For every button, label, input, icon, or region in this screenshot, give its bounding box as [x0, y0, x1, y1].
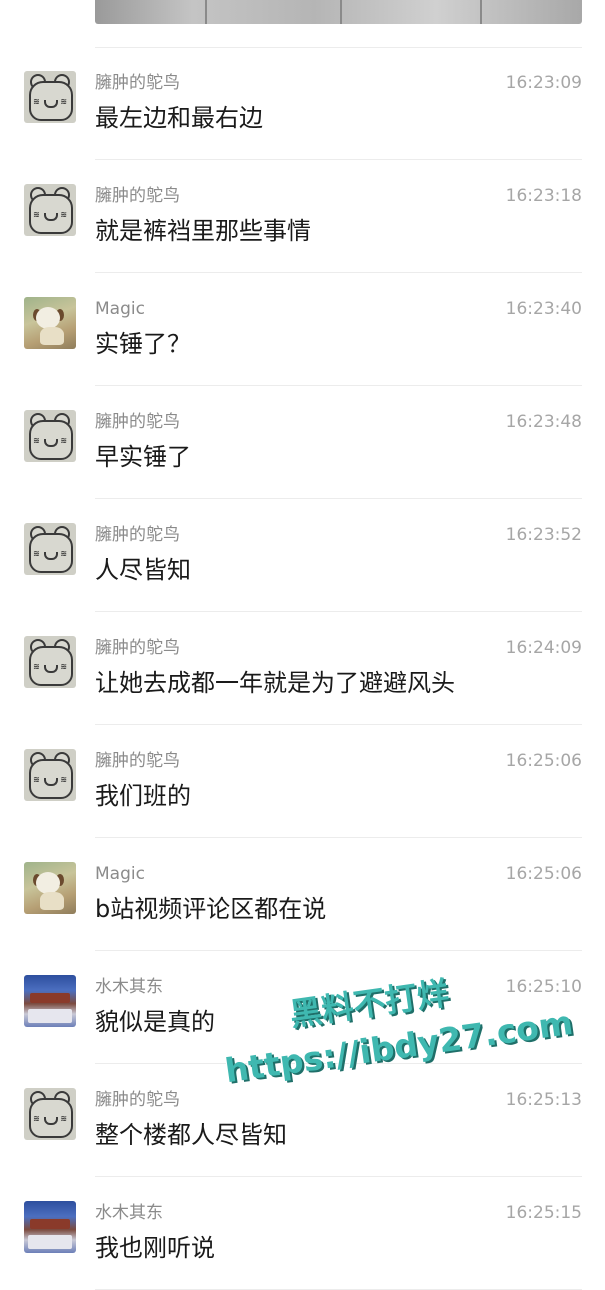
message-text[interactable]: 早实锤了: [95, 442, 191, 472]
bear-sticker-avatar[interactable]: ≋ ≋: [24, 1088, 76, 1140]
message-timestamp: 16:25:13: [505, 1090, 582, 1110]
message-text[interactable]: 整个楼都人尽皆知: [95, 1120, 287, 1150]
chat-message[interactable]: Magic 16:25:06 b站视频评论区都在说: [0, 838, 605, 951]
sender-name: 臃肿的鸵鸟: [95, 412, 180, 432]
sender-name: 臃肿的鸵鸟: [95, 638, 180, 658]
bear-sticker-avatar[interactable]: ≋ ≋: [24, 71, 76, 123]
message-timestamp: 16:23:48: [505, 412, 582, 432]
scene-band: [30, 993, 70, 1003]
message-text[interactable]: b站视频评论区都在说: [95, 894, 326, 924]
bear-cheek-right: ≋: [60, 549, 67, 558]
bear-cheek-right: ≋: [60, 775, 67, 784]
scene-band: [30, 1219, 70, 1229]
message-text[interactable]: 我也刚听说: [95, 1233, 215, 1263]
bear-cheek-left: ≋: [33, 1114, 40, 1123]
bear-cheek-left: ≋: [33, 662, 40, 671]
chat-message[interactable]: ≋ ≋ 臃肿的鸵鸟 16:23:52 人尽皆知: [0, 499, 605, 612]
chat-message[interactable]: ≋ ≋ 臃肿的鸵鸟 16:23:09 最左边和最右边: [0, 47, 605, 160]
scene-avatar[interactable]: [24, 975, 76, 1027]
shared-image-thumbnail[interactable]: [95, 0, 582, 24]
sender-name: 臃肿的鸵鸟: [95, 525, 180, 545]
bear-cheek-left: ≋: [33, 436, 40, 445]
scene-base: [28, 1009, 72, 1023]
message-text[interactable]: 实锤了？: [95, 329, 191, 359]
dog-body: [40, 327, 64, 345]
bear-cheek-right: ≋: [60, 662, 67, 671]
message-timestamp: 16:23:52: [505, 525, 582, 545]
sender-name: 臃肿的鸵鸟: [95, 186, 180, 206]
sender-name: 水木其东: [95, 977, 163, 997]
dog-body: [40, 892, 64, 910]
chat-message[interactable]: ≋ ≋ 臃肿的鸵鸟 16:25:06 我们班的: [0, 725, 605, 838]
dog-avatar[interactable]: [24, 862, 76, 914]
bear-sticker-avatar[interactable]: ≋ ≋: [24, 410, 76, 462]
bear-sticker-avatar[interactable]: ≋ ≋: [24, 523, 76, 575]
bear-cheek-right: ≋: [60, 1114, 67, 1123]
bear-sticker-avatar[interactable]: ≋ ≋: [24, 184, 76, 236]
sender-name: 水木其东: [95, 1203, 163, 1223]
message-text[interactable]: 让她去成都一年就是为了避避风头: [95, 668, 455, 698]
sender-name: Magic: [95, 864, 145, 884]
dog-avatar[interactable]: [24, 297, 76, 349]
image-detail: [340, 0, 342, 24]
bear-cheek-right: ≋: [60, 436, 67, 445]
message-text[interactable]: 就是裤裆里那些事情: [95, 216, 311, 246]
message-text[interactable]: 最左边和最右边: [95, 103, 263, 133]
sender-name: 臃肿的鸵鸟: [95, 73, 180, 93]
bear-cheek-left: ≋: [33, 210, 40, 219]
chat-message[interactable]: 水木其东 16:25:10 貌似是真的: [0, 951, 605, 1064]
bear-cheek-left: ≋: [33, 549, 40, 558]
sender-name: 臃肿的鸵鸟: [95, 1090, 180, 1110]
chat-message[interactable]: ≋ ≋ 臃肿的鸵鸟 16:25:13 整个楼都人尽皆知: [0, 1064, 605, 1177]
message-timestamp: 16:25:10: [505, 977, 582, 997]
chat-message[interactable]: Magic 16:23:40 实锤了？: [0, 273, 605, 386]
message-timestamp: 16:24:09: [505, 638, 582, 658]
bear-cheek-left: ≋: [33, 775, 40, 784]
bear-cheek-right: ≋: [60, 97, 67, 106]
bear-sticker-avatar[interactable]: ≋ ≋: [24, 749, 76, 801]
message-text[interactable]: 貌似是真的: [95, 1007, 215, 1037]
bear-cheek-left: ≋: [33, 97, 40, 106]
message-timestamp: 16:25:15: [505, 1203, 582, 1223]
bear-sticker-avatar[interactable]: ≋ ≋: [24, 636, 76, 688]
bear-cheek-right: ≋: [60, 210, 67, 219]
chat-message[interactable]: ≋ ≋ 臃肿的鸵鸟 16:23:48 早实锤了: [0, 386, 605, 499]
sender-name: 臃肿的鸵鸟: [95, 751, 180, 771]
chat-message[interactable]: ≋ ≋ 臃肿的鸵鸟 16:24:09 让她去成都一年就是为了避避风头: [0, 612, 605, 725]
scene-avatar[interactable]: [24, 1201, 76, 1253]
message-text[interactable]: 我们班的: [95, 781, 191, 811]
message-timestamp: 16:25:06: [505, 751, 582, 771]
message-timestamp: 16:23:18: [505, 186, 582, 206]
dog-head: [36, 872, 60, 894]
message-timestamp: 16:23:09: [505, 73, 582, 93]
chat-message[interactable]: ≋ ≋ 臃肿的鸵鸟 16:23:18 就是裤裆里那些事情: [0, 160, 605, 273]
message-text[interactable]: 人尽皆知: [95, 555, 191, 585]
dog-head: [36, 307, 60, 329]
chat-message[interactable]: 水木其东 16:25:15 我也刚听说: [0, 1177, 605, 1290]
image-detail: [480, 0, 482, 24]
scene-base: [28, 1235, 72, 1249]
message-timestamp: 16:23:40: [505, 299, 582, 319]
sender-name: Magic: [95, 299, 145, 319]
message-timestamp: 16:25:06: [505, 864, 582, 884]
image-detail: [205, 0, 207, 24]
